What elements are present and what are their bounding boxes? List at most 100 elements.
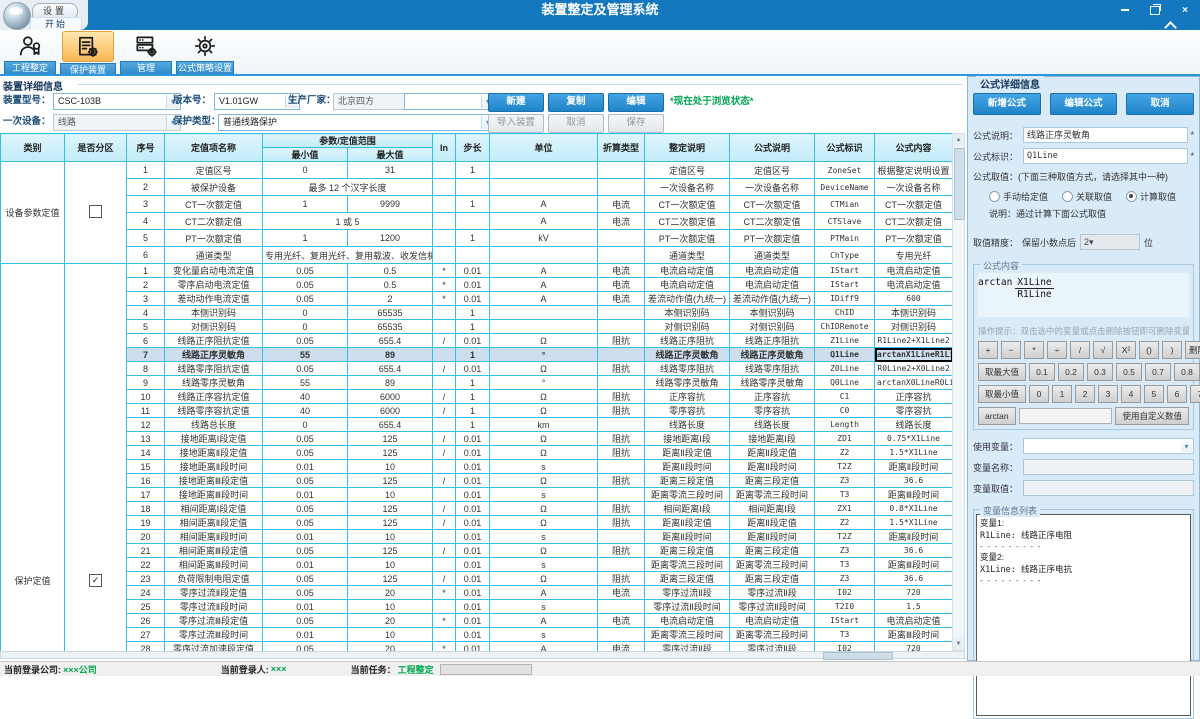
table-cell[interactable]: T3 <box>815 628 875 642</box>
table-cell[interactable]: 15 <box>127 460 165 474</box>
table-cell[interactable]: 本侧识别码 <box>645 306 730 320</box>
table-cell[interactable]: 阻抗 <box>598 446 645 460</box>
table-row[interactable]: 11线路零序容抗定值406000/1Ω阻抗零序容抗零序容抗C0零序容抗 <box>1 404 953 418</box>
table-cell[interactable]: 0.01 <box>456 628 490 642</box>
table-cell[interactable]: R1Line2+X1Line2 <box>875 334 952 348</box>
table-cell[interactable]: 0.75*X1Line <box>875 432 952 446</box>
table-row[interactable]: 16接地距离Ⅲ段定值0.05125/0.01Ω阻抗距离三段定值距离三段定值Z33… <box>1 474 953 488</box>
table-cell[interactable]: 距离三段定值 <box>730 572 815 586</box>
table-cell[interactable]: 5 <box>127 320 165 334</box>
table-row[interactable]: 6线路正序阻抗定值0.05655.4/0.01Ω阻抗线路正序阻抗线路正序阻抗Z1… <box>1 334 953 348</box>
table-cell[interactable]: 电流 <box>598 196 645 213</box>
table-cell[interactable]: * <box>433 292 456 306</box>
calc-button[interactable]: 2 <box>1075 385 1095 403</box>
table-cell[interactable]: 12 <box>127 418 165 432</box>
variable-value-input[interactable] <box>1023 480 1194 496</box>
table-cell[interactable]: ° <box>490 376 598 390</box>
table-cell[interactable]: 对侧识别码 <box>875 320 952 334</box>
protection-type-combo[interactable]: 普通线路保护▾ <box>218 114 496 131</box>
table-cell[interactable]: 定值区号 <box>645 162 730 179</box>
table-cell[interactable]: 电流启动定值 <box>730 264 815 278</box>
table-cell[interactable] <box>598 488 645 502</box>
table-cell[interactable]: 相间距离Ⅰ段 <box>730 502 815 516</box>
table-cell[interactable]: 差流动作值(九统一) <box>730 292 815 306</box>
table-cell[interactable]: 1 <box>456 306 490 320</box>
table-cell[interactable]: kV <box>490 230 598 247</box>
use-variable-combo[interactable]: ▾ <box>1023 438 1194 454</box>
import-device-button[interactable]: 导入装置 <box>488 114 544 133</box>
table-cell[interactable]: A <box>490 614 598 628</box>
table-cell[interactable]: / <box>433 390 456 404</box>
table-cell[interactable]: CT一次额定值 <box>730 196 815 213</box>
table-cell[interactable]: 0.01 <box>456 362 490 376</box>
table-row[interactable]: 3差动动作电流定值0.052*0.01A电流差流动作值(九统一)差流动作值(九统… <box>1 292 953 306</box>
calc-button[interactable]: 0.1 <box>1029 363 1055 381</box>
table-cell[interactable]: Ω <box>490 572 598 586</box>
table-cell[interactable]: 2 <box>127 179 165 196</box>
table-cell[interactable]: 0.01 <box>456 446 490 460</box>
table-cell[interactable]: 655.4 <box>348 362 433 376</box>
table-cell[interactable]: 距离Ⅱ段时间 <box>730 460 815 474</box>
table-row[interactable]: 2被保护设备最多 12 个汉字长度一次设备名称一次设备名称DeviceName一… <box>1 179 953 196</box>
table-cell[interactable]: T2Z <box>815 460 875 474</box>
table-cell[interactable]: 距离零流三段时间 <box>730 628 815 642</box>
table-cell[interactable]: PTMain <box>815 230 875 247</box>
calc-button[interactable]: + <box>978 341 998 359</box>
table-cell[interactable]: 89 <box>348 376 433 390</box>
table-cell[interactable]: 0.05 <box>263 362 348 376</box>
table-cell[interactable]: 阻抗 <box>598 544 645 558</box>
table-cell[interactable]: / <box>433 516 456 530</box>
table-cell[interactable] <box>433 600 456 614</box>
table-cell[interactable]: 27 <box>127 628 165 642</box>
table-cell[interactable]: 125 <box>348 516 433 530</box>
table-cell[interactable]: Z3 <box>815 572 875 586</box>
table-cell[interactable]: 6000 <box>348 404 433 418</box>
table-cell[interactable]: 相间距离Ⅲ段时间 <box>165 558 263 572</box>
table-cell[interactable]: 线路长度 <box>730 418 815 432</box>
table-cell[interactable]: 0.01 <box>263 488 348 502</box>
table-cell[interactable]: 线路零序阻抗 <box>645 362 730 376</box>
table-cell[interactable]: CT二次额定值 <box>875 213 952 230</box>
table-cell[interactable]: 3 <box>127 292 165 306</box>
table-cell[interactable]: A <box>490 278 598 292</box>
table-cell[interactable]: / <box>433 474 456 488</box>
table-cell[interactable]: 16 <box>127 474 165 488</box>
table-cell[interactable]: 接地距离Ⅰ段定值 <box>165 432 263 446</box>
precision-combo[interactable]: 2▾ <box>1080 234 1140 250</box>
table-cell[interactable]: 对侧识别码 <box>730 320 815 334</box>
table-cell[interactable]: 0.01 <box>456 544 490 558</box>
table-cell[interactable]: Z1Line <box>815 334 875 348</box>
table-cell[interactable]: * <box>433 586 456 600</box>
table-cell[interactable]: 655.4 <box>348 418 433 432</box>
table-cell[interactable]: IStart <box>815 278 875 292</box>
table-cell[interactable] <box>456 213 490 230</box>
calc-button[interactable]: 取最大值 <box>978 363 1026 381</box>
partition-checkbox[interactable]: ✓ <box>89 574 102 587</box>
table-cell[interactable]: 阻抗 <box>598 432 645 446</box>
table-cell[interactable]: 通道类型 <box>165 247 263 264</box>
table-cell[interactable]: T2Z <box>815 530 875 544</box>
table-cell[interactable] <box>433 376 456 390</box>
table-cell[interactable] <box>490 320 598 334</box>
table-cell[interactable]: ChType <box>815 247 875 264</box>
calc-button[interactable]: 4 <box>1121 385 1141 403</box>
table-cell[interactable] <box>433 179 456 196</box>
calc-button[interactable]: 0.2 <box>1058 363 1084 381</box>
table-cell[interactable]: 对侧识别码 <box>645 320 730 334</box>
table-row[interactable]: 18相间距离Ⅰ段定值0.05125/0.01Ω阻抗相间距离Ⅰ段相间距离Ⅰ段ZX1… <box>1 502 953 516</box>
table-cell[interactable]: 一次设备名称 <box>730 179 815 196</box>
table-cell[interactable]: 0 <box>263 306 348 320</box>
table-cell[interactable]: PT一次额定值 <box>645 230 730 247</box>
table-cell[interactable]: 0.05 <box>263 264 348 278</box>
table-cell[interactable]: 40 <box>263 404 348 418</box>
table-cell[interactable]: 电流启动定值 <box>875 278 952 292</box>
table-cell[interactable]: 4 <box>127 213 165 230</box>
table-cell[interactable]: 电流启动定值 <box>875 614 952 628</box>
table-cell[interactable]: 55 <box>263 348 348 362</box>
table-cell[interactable]: 接地距离Ⅱ段时间 <box>165 460 263 474</box>
table-cell[interactable]: 6 <box>127 247 165 264</box>
table-cell[interactable]: 3 <box>127 196 165 213</box>
table-cell[interactable]: 0.01 <box>456 558 490 572</box>
table-cell[interactable]: Ω <box>490 432 598 446</box>
table-cell[interactable]: 0.01 <box>456 292 490 306</box>
